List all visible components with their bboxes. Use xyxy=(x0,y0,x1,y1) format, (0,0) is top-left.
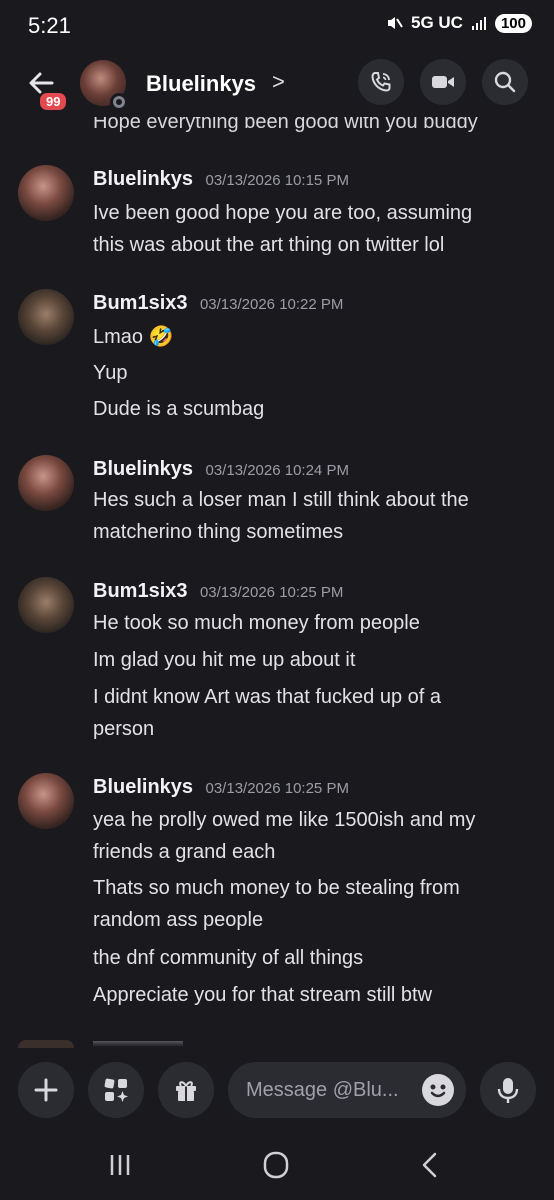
message-text[interactable]: Lmao 🤣 xyxy=(93,321,524,353)
message-text[interactable]: Thats so much money to be stealing from xyxy=(93,872,524,904)
avatar-peek xyxy=(18,1040,74,1048)
message-text[interactable]: this was about the art thing on twitter … xyxy=(93,229,524,261)
status-time: 5:21 xyxy=(28,13,71,38)
gift-icon xyxy=(176,1081,196,1101)
message-header: Bum1six3 03/13/2026 10:25 PM xyxy=(93,580,343,603)
emoji-icon[interactable] xyxy=(422,1074,454,1106)
message-composer xyxy=(0,1048,554,1138)
avatar[interactable] xyxy=(18,289,74,345)
message-header: Bluelinkys 03/13/2026 10:15 PM xyxy=(93,168,349,191)
system-nav-bar xyxy=(0,1138,554,1200)
voice-message-button[interactable] xyxy=(480,1062,536,1118)
search-icon xyxy=(494,71,516,93)
cutoff-message-text: Hope everything been good with you buddy xyxy=(93,117,478,133)
chat-header: 99 Bluelinkys > xyxy=(0,55,554,117)
message-input-wrap[interactable] xyxy=(228,1062,466,1118)
phone-icon xyxy=(371,72,391,92)
message-header: Bluelinkys 03/13/2026 10:25 PM xyxy=(93,776,349,799)
author-name[interactable]: Bluelinkys xyxy=(93,168,193,190)
message-list[interactable]: Hope everything been good with you buddy… xyxy=(0,117,554,1047)
call-button[interactable] xyxy=(358,59,404,105)
message-text[interactable]: Appreciate you for that stream still btw xyxy=(93,979,524,1011)
message-text[interactable]: yea he prolly owed me like 1500ish and m… xyxy=(93,804,524,836)
network-label: 5G UC xyxy=(411,13,463,32)
timestamp: 03/13/2026 10:24 PM xyxy=(205,462,349,479)
timestamp: 03/13/2026 10:15 PM xyxy=(205,172,349,189)
battery-indicator: 100 xyxy=(494,13,532,33)
message-text[interactable]: Ive been good hope you are too, assuming xyxy=(93,197,524,229)
message-text[interactable]: matcherino thing sometimes xyxy=(93,516,524,548)
message-text[interactable]: random ass people xyxy=(93,904,524,936)
emoji-face-icon xyxy=(430,1084,446,1098)
presence-status-icon xyxy=(110,93,128,111)
status-icons: 5G UC 100 xyxy=(385,13,532,33)
message-text[interactable]: I didnt know Art was that fucked up of a xyxy=(93,681,524,713)
message-input[interactable] xyxy=(244,1077,408,1103)
microphone-icon xyxy=(497,1078,519,1103)
message-text[interactable]: Hes such a loser man I still think about… xyxy=(93,484,524,516)
message-text[interactable]: He took so much money from people xyxy=(93,607,524,639)
page-title[interactable]: Bluelinkys xyxy=(146,71,256,97)
status-bar: 5:21 5G UC 100 xyxy=(0,0,554,50)
recent-apps-icon[interactable] xyxy=(100,1150,140,1180)
chevron-right-icon[interactable]: > xyxy=(272,69,285,95)
gift-button[interactable] xyxy=(158,1062,214,1118)
home-icon[interactable] xyxy=(256,1150,296,1180)
signal-icon xyxy=(471,17,486,30)
mute-icon xyxy=(388,17,403,29)
unread-badge: 99 xyxy=(38,91,69,112)
author-name-peek xyxy=(93,1041,183,1047)
author-name[interactable]: Bluelinkys xyxy=(93,458,193,480)
avatar[interactable] xyxy=(18,165,74,221)
avatar[interactable] xyxy=(18,577,74,633)
video-camera-icon xyxy=(432,76,454,88)
message-text[interactable]: person xyxy=(93,713,524,745)
video-call-button[interactable] xyxy=(420,59,466,105)
apps-icon xyxy=(104,1078,128,1102)
avatar[interactable] xyxy=(18,455,74,511)
timestamp: 03/13/2026 10:25 PM xyxy=(205,780,349,797)
message-header: Bluelinkys 03/13/2026 10:24 PM xyxy=(93,458,349,481)
plus-icon xyxy=(34,1078,58,1102)
add-attachment-button[interactable] xyxy=(18,1062,74,1118)
message-text[interactable]: Dude is a scumbag xyxy=(93,393,524,425)
timestamp: 03/13/2026 10:22 PM xyxy=(199,296,344,313)
author-name[interactable]: Bum1six3 xyxy=(93,580,188,602)
back-nav-icon[interactable] xyxy=(410,1150,450,1180)
avatar[interactable] xyxy=(18,773,74,829)
message-text[interactable]: Yup xyxy=(93,357,524,389)
apps-button[interactable] xyxy=(88,1062,144,1118)
search-button[interactable] xyxy=(482,59,528,105)
author-name[interactable]: Bluelinkys xyxy=(93,776,193,798)
message-text[interactable]: friends a grand each xyxy=(93,836,524,868)
author-name[interactable]: Bum1six3 xyxy=(93,292,188,314)
message-text[interactable]: the dnf community of all things xyxy=(93,942,524,974)
timestamp: 03/13/2026 10:25 PM xyxy=(199,584,344,601)
message-header: Bum1six3 03/13/2026 10:22 PM xyxy=(93,292,343,315)
message-text[interactable]: Im glad you hit me up about it xyxy=(93,644,524,676)
